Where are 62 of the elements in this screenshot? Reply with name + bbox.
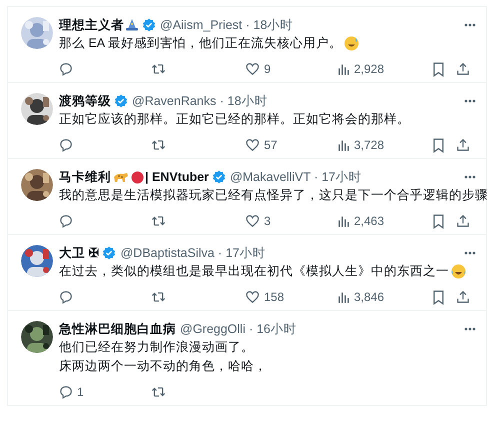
bar-chart-icon xyxy=(337,138,350,152)
retweet-icon xyxy=(151,62,166,76)
views-button[interactable]: 2,463 xyxy=(337,212,432,230)
handle-and-time: @DBaptistaSilva · 17小时 xyxy=(120,244,266,262)
emoji-icon xyxy=(451,264,466,279)
user-name: 渡鸦等级 xyxy=(59,92,111,110)
tweet-text: 我的意思是生活模拟器玩家已经有点怪异了，这只是下一个合乎逻辑的步骤 xyxy=(59,187,488,204)
retweet-icon xyxy=(151,214,166,228)
like-button[interactable]: 3 xyxy=(245,212,337,230)
reply-icon xyxy=(59,290,73,304)
tweet-text: 他们已经在努力制作浪漫动画了。 xyxy=(59,339,254,356)
heart-icon xyxy=(245,290,260,304)
handle-and-time: @MakavelliVT · 17小时 xyxy=(230,168,362,186)
dot-icon xyxy=(131,170,144,184)
bar-chart-icon xyxy=(337,214,350,228)
tweet-text: 床两边两个一动不动的角色，哈哈， xyxy=(59,358,267,376)
views-button[interactable]: 2,928 xyxy=(337,60,432,78)
leopard-icon xyxy=(113,171,129,183)
reply-button[interactable]: 1 xyxy=(59,383,151,401)
heart-icon xyxy=(245,62,260,76)
tweet-text: 那么 EA 最好感到害怕，他们正在流失核心用户。 xyxy=(59,35,342,52)
like-button[interactable]: 57 xyxy=(245,136,337,154)
reply-icon xyxy=(59,214,73,228)
retweet-icon xyxy=(151,290,166,304)
share-icon xyxy=(456,138,470,152)
more-icon[interactable] xyxy=(464,99,476,103)
share-icon xyxy=(456,62,470,76)
user-name: | ENVtuber xyxy=(145,168,209,186)
heart-icon xyxy=(245,138,260,152)
handle-and-time: @Aiism_Priest · 18小时 xyxy=(160,16,294,34)
bookmark-icon xyxy=(432,290,445,304)
like-button[interactable]: 9 xyxy=(245,60,337,78)
tweet-text: 在过去，类似的模组也是最早出现在初代《模拟人生》中的东西之一 xyxy=(59,263,449,280)
share-icon xyxy=(456,214,470,228)
views-button[interactable]: 3,728 xyxy=(337,136,432,154)
handle-and-time: @RavenRanks · 18小时 xyxy=(132,92,268,110)
handle-and-time: @GreggOlli · 16小时 xyxy=(180,320,296,338)
like-button[interactable]: 158 xyxy=(245,288,337,306)
more-icon[interactable] xyxy=(464,251,476,255)
bar-chart-icon xyxy=(337,62,350,76)
user-name: 大卫 ✠ xyxy=(59,244,100,262)
wizard-hat-icon xyxy=(125,18,139,32)
retweet-icon xyxy=(151,385,166,399)
bookmark-icon xyxy=(432,62,445,76)
bar-chart-icon xyxy=(337,290,350,304)
share-icon xyxy=(456,290,470,304)
user-name: 急性淋巴细胞白血病 xyxy=(59,320,176,338)
heart-icon xyxy=(245,214,260,228)
retweet-icon xyxy=(151,138,166,152)
more-icon[interactable] xyxy=(464,23,476,27)
emoji-icon xyxy=(344,36,359,51)
reply-icon xyxy=(59,62,73,76)
reply-icon xyxy=(59,138,73,152)
bookmark-icon xyxy=(432,214,445,228)
more-icon[interactable] xyxy=(464,327,476,331)
user-name: 理想主义者 xyxy=(59,16,124,34)
user-name: 马卡维利 xyxy=(59,168,111,186)
more-icon[interactable] xyxy=(464,175,476,179)
views-button[interactable]: 3,846 xyxy=(337,288,432,306)
bookmark-icon xyxy=(432,138,445,152)
reply-icon xyxy=(59,385,73,399)
tweet-text: 正如它应该的那样。正如它已经的那样。正如它将会的那样。 xyxy=(59,111,410,128)
